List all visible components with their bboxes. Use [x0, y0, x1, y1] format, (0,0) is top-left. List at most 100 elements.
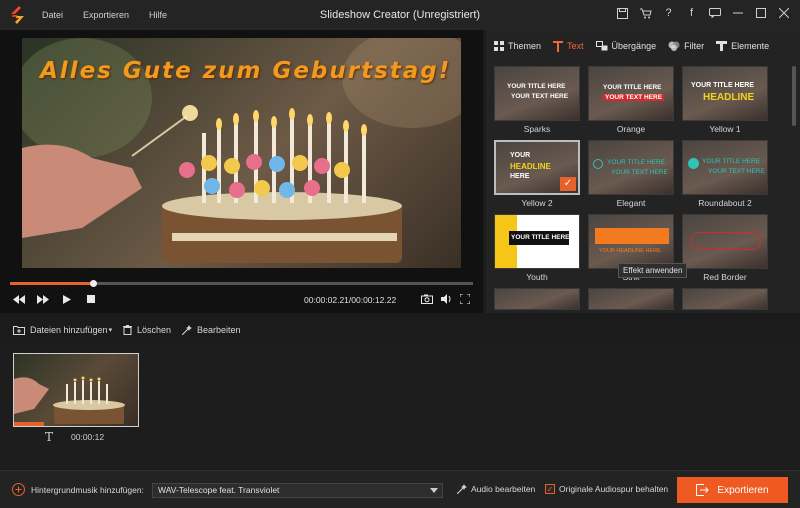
edit-audio-button[interactable]: Audio bearbeiten [457, 484, 535, 494]
tab-label: Text [567, 41, 584, 51]
menu-exportieren[interactable]: Exportieren [83, 10, 129, 20]
stop-icon[interactable] [84, 292, 98, 306]
effect-tile-partial[interactable] [494, 288, 580, 310]
title-bar: Datei Exportieren Hilfe Slideshow Creato… [0, 0, 800, 30]
effect-thumbnail: YOUR TITLE HERE [494, 214, 580, 269]
add-files-label: Dateien hinzufügen [30, 325, 108, 335]
feedback-icon[interactable] [708, 6, 721, 20]
tab-themen[interactable]: Themen [494, 41, 541, 51]
video-title-overlay: Alles Gute zum Geburtstag! [40, 58, 452, 84]
chevron-down-icon [430, 488, 438, 493]
keep-original-audio[interactable]: ✓ Originale Audiospur behalten [545, 484, 668, 494]
effect-tile-elegant[interactable]: YOUR TITLE HERE YOUR TEXT HERE Elegant [588, 140, 674, 208]
dropdown-arrow-icon: ▾ [108, 327, 113, 334]
playback-controls: 00:00:02.21/00:00:12.22 [0, 292, 483, 312]
delete-button[interactable]: Löschen [123, 325, 171, 335]
seek-bar-handle[interactable] [90, 280, 98, 287]
filter-icon [668, 41, 680, 51]
seek-bar[interactable] [10, 280, 473, 287]
volume-icon[interactable] [440, 292, 454, 306]
effect-thumbnail [588, 288, 674, 310]
help-icon[interactable]: ? [662, 6, 675, 20]
effects-scrollbar[interactable] [792, 66, 796, 126]
save-icon[interactable] [616, 6, 629, 20]
add-circle-icon[interactable] [12, 483, 25, 496]
magic-wand-icon [182, 325, 192, 335]
thumb-text: YOUR TEXT HERE [511, 93, 569, 100]
effect-tile-roundabout-2[interactable]: YOUR TITLE HERE YOUR TEXT HERE Roundabou… [682, 140, 768, 208]
effect-label: Sparks [523, 124, 551, 134]
keep-original-label: Originale Audiospur behalten [559, 484, 669, 494]
effect-thumbnail [682, 214, 768, 269]
effect-thumbnail: YOUR HEADLINE HERE [588, 214, 674, 269]
snapshot-icon[interactable] [420, 292, 434, 306]
thumb-text: YOUR TEXT HERE [708, 168, 765, 175]
effect-tile-partial[interactable] [588, 288, 674, 310]
bottom-bar: Hintergrundmusik hinzufügen: WAV-Telesco… [0, 470, 800, 508]
effect-tile-yellow-2[interactable]: YOUR HEADLINE HERE ✓ Yellow 2 [494, 140, 580, 208]
element-icon [716, 41, 728, 51]
apply-effect-tooltip: Effekt anwenden [618, 263, 688, 278]
menu-datei[interactable]: Datei [42, 10, 63, 20]
effect-tile-orange[interactable]: YOUR TITLE HERE YOUR TEXT HERE Orange [588, 66, 674, 134]
menu-hilfe[interactable]: Hilfe [149, 10, 167, 20]
add-music-label-group: Hintergrundmusik hinzufügen: [12, 483, 144, 496]
minimize-icon[interactable] [731, 6, 744, 20]
edit-button[interactable]: Bearbeiten [182, 325, 241, 335]
maximize-icon[interactable] [754, 6, 767, 20]
music-select-value: WAV-Telescope feat. Transviolet [158, 485, 280, 495]
add-files-button[interactable]: Dateien hinzufügen ▾ [13, 325, 112, 335]
check-icon: ✓ [560, 177, 576, 191]
tab-filter[interactable]: Filter [668, 41, 704, 51]
clip-text-icon[interactable]: T [45, 430, 53, 444]
play-icon[interactable] [60, 292, 74, 306]
export-button[interactable]: Exportieren [677, 477, 788, 503]
effect-tile-sparks[interactable]: YOUR TITLE HERE YOUR TEXT HERE Sparks [494, 66, 580, 134]
effect-thumbnail-selected: YOUR HEADLINE HERE ✓ [494, 140, 580, 195]
effect-label: Yellow 1 [709, 124, 741, 134]
effect-label: Orange [616, 124, 646, 134]
clip-meta: T 00:00:12 [45, 430, 104, 444]
effect-thumbnail: YOUR TITLE HERE YOUR TEXT HERE [588, 66, 674, 121]
storyboard: T 00:00:12 [0, 343, 800, 468]
time-display: 00:00:02.21/00:00:12.22 [304, 295, 397, 305]
tab-label: Filter [684, 41, 705, 51]
tab-text[interactable]: Text [553, 40, 584, 52]
music-select[interactable]: WAV-Telescope feat. Transviolet [152, 483, 443, 498]
cart-icon[interactable] [639, 6, 652, 20]
rewind-icon[interactable] [12, 292, 26, 306]
clip-duration: 00:00:12 [71, 432, 105, 442]
tab-uebergaenge[interactable]: Übergänge [595, 41, 657, 51]
effect-tile-red-border[interactable]: Red Border [682, 214, 768, 282]
tab-label: Elemente [731, 41, 770, 51]
thumb-text: YOUR TITLE HERE [507, 83, 566, 90]
effect-label: Elegant [616, 198, 646, 208]
fast-forward-icon[interactable] [36, 292, 50, 306]
seek-bar-fill [10, 282, 94, 285]
folder-plus-icon [13, 326, 25, 335]
effect-label: Yellow 2 [521, 198, 553, 208]
delete-label: Löschen [137, 325, 172, 335]
effect-tile-youth[interactable]: YOUR TITLE HERE Youth [494, 214, 580, 282]
facebook-icon[interactable]: f [685, 6, 698, 20]
edit-label: Bearbeiten [197, 325, 241, 335]
effect-thumbnail: YOUR TITLE HERE YOUR TEXT HERE [682, 140, 768, 195]
effect-label: Roundabout 2 [698, 198, 752, 208]
effect-tile-partial[interactable] [682, 288, 768, 310]
thumb-text: HERE [510, 173, 530, 180]
fullscreen-icon[interactable] [458, 292, 472, 306]
keep-original-checkbox[interactable]: ✓ [545, 484, 555, 494]
effect-thumbnail: YOUR TITLE HERE YOUR TEXT HERE [494, 66, 580, 121]
close-icon[interactable] [777, 6, 790, 20]
thumb-text: YOUR HEADLINE HERE [599, 248, 661, 254]
effect-tile-yellow-1[interactable]: YOUR TITLE HERE HEADLINE Yellow 1 [682, 66, 768, 134]
storyboard-clip[interactable] [13, 353, 139, 427]
thumb-text: YOUR [510, 152, 531, 159]
video-preview[interactable]: Alles Gute zum Geburtstag! [22, 38, 461, 268]
tab-elemente[interactable]: Elemente [716, 41, 769, 51]
tab-label: Übergänge [611, 41, 657, 51]
circle-icon [593, 159, 603, 169]
tab-label: Themen [508, 41, 542, 51]
effect-thumbnail [494, 288, 580, 310]
add-music-label: Hintergrundmusik hinzufügen: [31, 484, 144, 495]
